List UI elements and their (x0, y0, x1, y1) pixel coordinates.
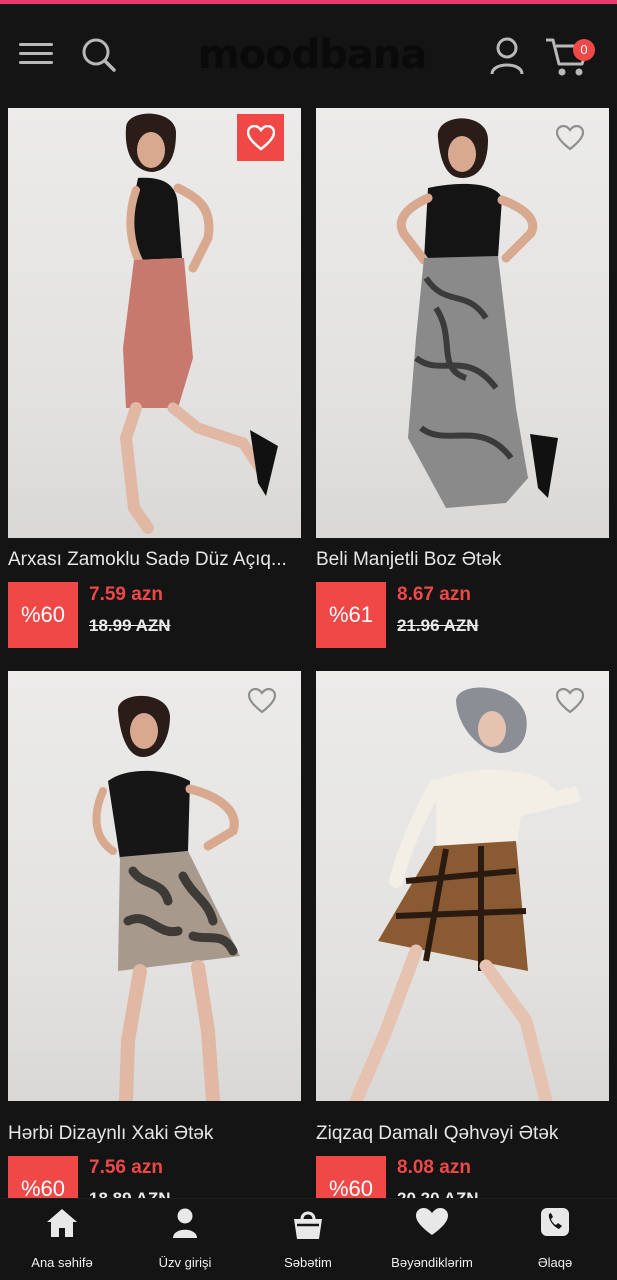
bottom-navigation: Ana səhifə Üzv girişi Səbətim Bəyəndiklə… (0, 1198, 617, 1280)
nav-home[interactable]: Ana səhifə (2, 1199, 122, 1280)
product-image[interactable] (8, 671, 301, 1101)
nav-login[interactable]: Üzv girişi (125, 1199, 245, 1280)
product-name[interactable]: Hərbi Dizaynlı Xaki Ətək (8, 1123, 301, 1145)
bag-icon (294, 1211, 322, 1239)
favorite-button[interactable] (546, 114, 593, 161)
brand-logo[interactable]: moodbana (198, 32, 427, 78)
nav-contact[interactable]: Əlaqə (495, 1199, 615, 1280)
nav-cart[interactable]: Səbətim (248, 1199, 368, 1280)
favorite-button[interactable] (238, 677, 285, 724)
product-image[interactable] (316, 671, 609, 1101)
heart-icon (247, 687, 276, 713)
product-name[interactable]: Arxası Zamoklu Sadə Düz Açıq... (8, 549, 301, 571)
product-price: 7.59 azn (89, 584, 163, 605)
product-name[interactable]: Ziqzaq Damalı Qəhvəyi Ətək (316, 1123, 609, 1145)
nav-login-label: Üzv girişi (158, 1255, 212, 1270)
product-price: 8.67 azn (397, 584, 471, 605)
discount-badge: %60 (8, 582, 78, 648)
product-price: 8.08 azn (397, 1157, 471, 1178)
product-name[interactable]: Beli Manjetli Boz Ətək (316, 549, 609, 571)
search-icon[interactable] (80, 36, 118, 74)
app-header: moodbana 0 (0, 4, 617, 108)
menu-icon[interactable] (19, 40, 55, 68)
heart-icon (246, 124, 275, 151)
nav-favorites-label: Bəyəndiklərim (391, 1255, 473, 1270)
favorite-button[interactable] (237, 114, 284, 161)
cart-count-badge: 0 (573, 39, 595, 61)
product-image[interactable] (316, 108, 609, 538)
phone-icon (541, 1208, 569, 1236)
nav-home-label: Ana səhifə (31, 1255, 93, 1270)
heart-icon (555, 124, 584, 150)
product-old-price: 21.96 AZN (397, 616, 479, 635)
home-icon (47, 1209, 77, 1237)
heart-icon (555, 687, 584, 713)
favorite-button[interactable] (546, 677, 593, 724)
nav-favorites[interactable]: Bəyəndiklərim (372, 1199, 492, 1280)
product-image[interactable] (8, 108, 301, 538)
product-old-price: 18.99 AZN (89, 616, 171, 635)
product-price: 7.56 azn (89, 1157, 163, 1178)
nav-cart-label: Səbətim (284, 1255, 332, 1270)
account-icon[interactable] (488, 36, 526, 76)
discount-badge: %61 (316, 582, 386, 648)
user-icon (173, 1208, 197, 1238)
nav-contact-label: Əlaqə (537, 1255, 573, 1270)
heart-icon (416, 1208, 448, 1235)
